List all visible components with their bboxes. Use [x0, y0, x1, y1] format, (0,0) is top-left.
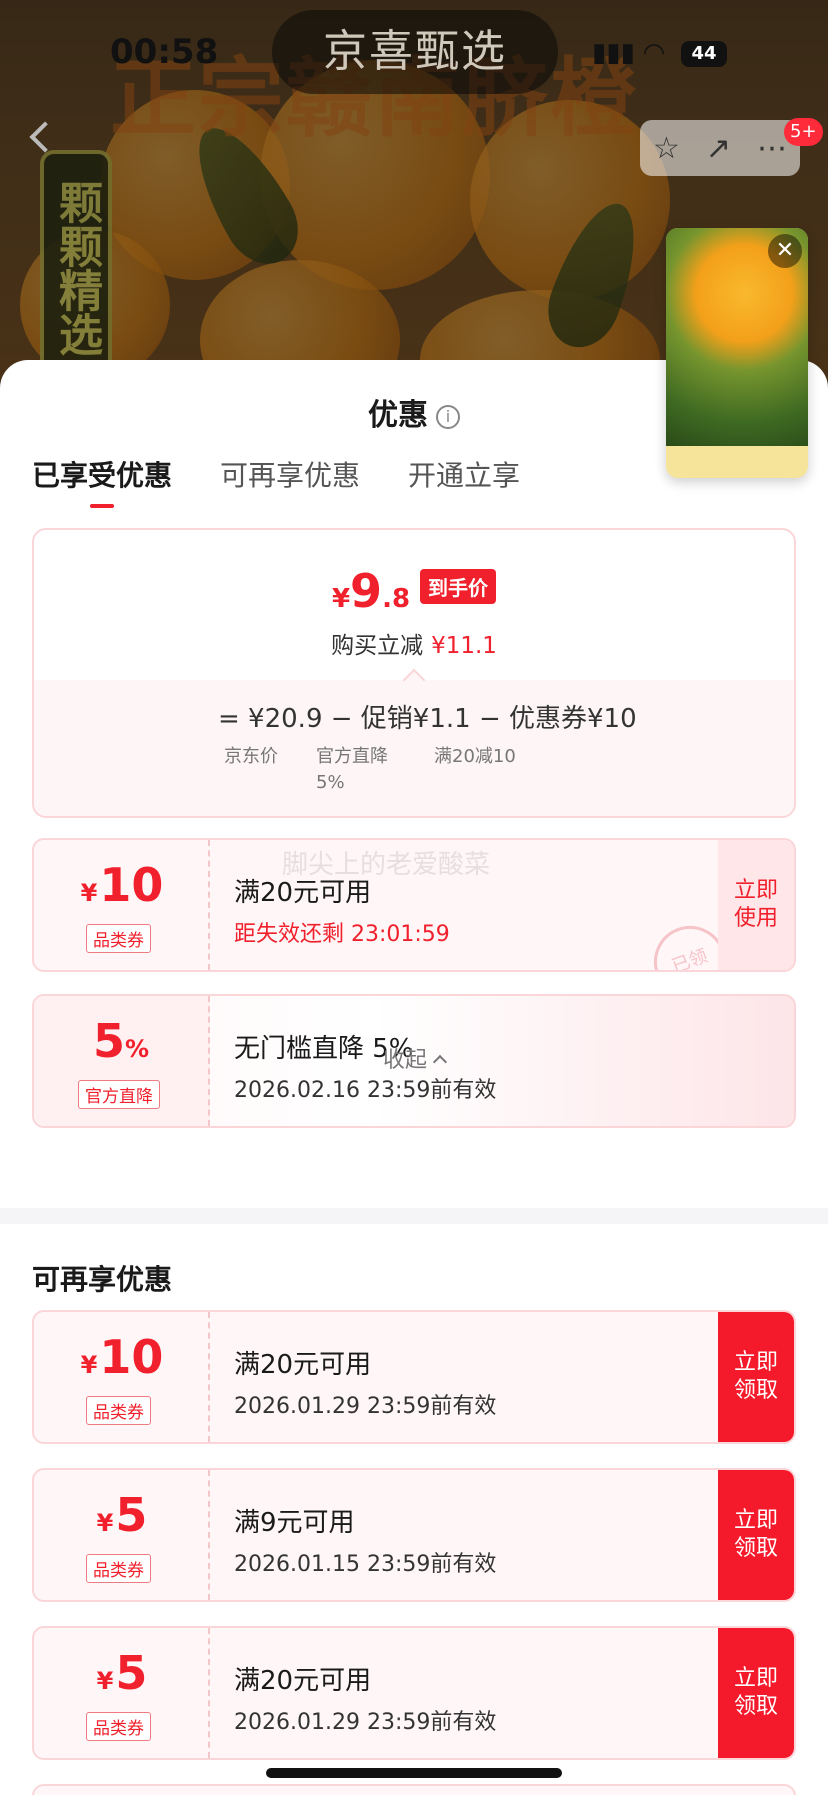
tab-more-discounts[interactable]: 可再享优惠	[220, 454, 360, 494]
available-coupon-2: ¥5 品类券 满9元可用 2026.01.15 23:59前有效 立即 领取	[32, 1468, 796, 1602]
wifi-icon: ◠	[644, 38, 664, 68]
coupon-type-label: 官方直降	[78, 1080, 160, 1109]
available-coupon-3: ¥5 品类券 满20元可用 2026.01.29 23:59前有效 立即 领取	[32, 1626, 796, 1760]
price-breakdown-formula: = ¥20.9 − 促销¥1.1 − 优惠券¥10	[218, 704, 637, 734]
final-price-tag: 到手价	[420, 569, 497, 604]
coupon-type-label: 品类券	[86, 1554, 151, 1583]
coupon-type-label: 品类券	[86, 1396, 151, 1425]
available-coupon-1: ¥10 品类券 满20元可用 2026.01.29 23:59前有效 立即 领取	[32, 1310, 796, 1444]
battery-icon: 44	[681, 40, 728, 67]
section-divider	[0, 1208, 828, 1224]
coupon-countdown: 距失效还剩 23:01:59	[234, 922, 450, 947]
final-price: ¥9.8 到手价	[34, 564, 794, 618]
status-icons: ▮▮▮ ◠ 44	[592, 38, 728, 68]
info-icon[interactable]: i	[436, 404, 460, 429]
coupon-title: 满9元可用	[234, 1508, 355, 1538]
coupon-title: 满20元可用	[234, 1666, 372, 1696]
watermark-text: 脚尖上的老爱酸菜	[282, 850, 491, 880]
status-time: 00:58	[110, 32, 219, 72]
claim-now-button[interactable]: 立即 领取	[718, 1470, 794, 1600]
chevron-up-icon	[432, 1054, 448, 1070]
coupon-validity: 2026.01.29 23:59前有效	[234, 1710, 497, 1735]
coupon-title: 满20元可用	[234, 1350, 372, 1380]
coupon-validity: 2026.02.16 23:59前有效	[234, 1078, 497, 1103]
coupon-label: 满20减10	[434, 746, 516, 767]
floating-video[interactable]: ✕	[666, 228, 808, 478]
coupon-validity: 2026.01.29 23:59前有效	[234, 1394, 497, 1419]
coupon-validity: 2026.01.15 23:59前有效	[234, 1552, 497, 1577]
collapse-button[interactable]: 收起	[0, 1042, 828, 1074]
claim-now-button[interactable]: 立即 领取	[718, 1312, 794, 1442]
close-icon[interactable]: ✕	[768, 234, 802, 268]
share-icon[interactable]: ↗	[706, 131, 731, 166]
signal-icon: ▮▮▮	[592, 38, 635, 68]
jd-price-label: 京东价	[224, 746, 278, 767]
claim-now-button[interactable]: 立即 领取	[718, 1628, 794, 1758]
nav-actions: ☆ ↗ ⋯	[640, 120, 800, 176]
use-now-button[interactable]: 立即 使用	[718, 840, 794, 970]
available-coupon-4-partial	[32, 1784, 796, 1795]
final-price-card: ¥9.8 到手价 购买立减 ¥11.1 = ¥20.9 − 促销¥1.1 − 优惠券…	[32, 528, 796, 818]
tab-activate[interactable]: 开通立享	[408, 454, 520, 494]
coupon-type-label: 品类券	[86, 924, 151, 953]
more-icon[interactable]: ⋯	[757, 131, 787, 166]
more-discounts-title: 可再享优惠	[32, 1263, 173, 1296]
notification-badge: 5+	[784, 118, 823, 146]
coupon-type-label: 品类券	[86, 1712, 151, 1741]
favorite-star-icon[interactable]: ☆	[653, 131, 680, 166]
tab-bar: 已享受优惠 可再享优惠 开通立享	[32, 454, 520, 508]
discount-sheet: 优惠 i 已享受优惠 可再享优惠 开通立享 ¥9.8 到手价 购买立减 ¥11.1 =…	[0, 360, 828, 1795]
home-indicator[interactable]	[266, 1768, 562, 1778]
tab-enjoyed[interactable]: 已享受优惠	[32, 454, 172, 508]
promo-label: 官方直降 5%	[316, 746, 388, 793]
reduce-summary: 购买立减 ¥11.1	[331, 633, 497, 659]
dynamic-island-text: 京喜甄选	[272, 10, 558, 94]
